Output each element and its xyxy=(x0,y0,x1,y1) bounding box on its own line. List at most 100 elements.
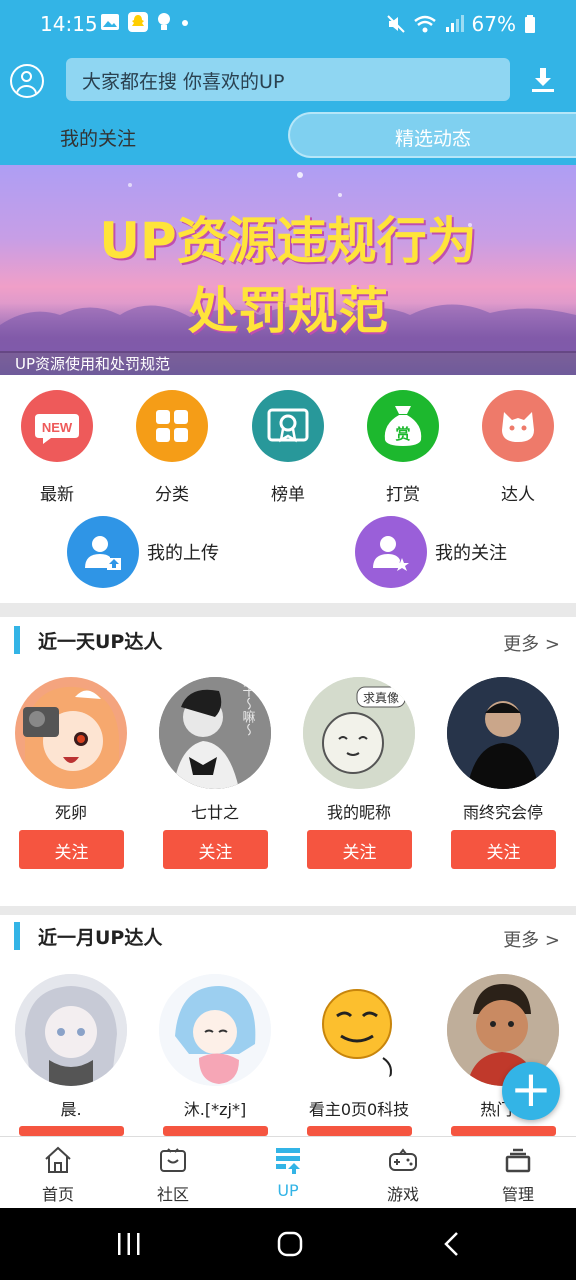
bulb-icon xyxy=(158,13,170,30)
home-icon xyxy=(45,1146,71,1173)
follow-button[interactable]: 关注 xyxy=(451,830,556,869)
follow-button[interactable]: 关注 xyxy=(19,830,124,869)
section-divider xyxy=(0,603,576,617)
user-card[interactable]: 沐.[*zj*] xyxy=(159,974,271,1120)
nav-community[interactable]: 社区 xyxy=(133,1145,213,1205)
category-experts[interactable]: 达人 xyxy=(468,390,568,505)
nav-label: 首页 xyxy=(41,1185,74,1204)
system-nav-bar xyxy=(0,1208,576,1280)
status-right-icons: 67% xyxy=(386,12,536,36)
category-classify[interactable]: 分类 xyxy=(122,390,222,505)
category-ranking[interactable]: 榜单 xyxy=(238,390,338,505)
user-name: 我的昵称 xyxy=(326,803,391,822)
follow-button[interactable]: 关注 xyxy=(163,830,268,869)
certificate-icon xyxy=(252,390,324,462)
category-label: 榜单 xyxy=(271,485,305,505)
nav-label: 游戏 xyxy=(386,1185,419,1204)
recent-apps-icon[interactable] xyxy=(116,1232,142,1256)
user-card[interactable]: 晨. xyxy=(15,974,127,1120)
svg-text:NEW: NEW xyxy=(42,420,73,435)
my-follows-label: 我的关注 xyxy=(435,543,507,564)
new-icon: NEW xyxy=(21,390,93,462)
signal-icon xyxy=(445,15,464,32)
nav-games[interactable]: 游戏 xyxy=(363,1145,443,1205)
reward-bag-icon: 赏 xyxy=(367,390,439,462)
avatar xyxy=(303,974,415,1086)
star-user-icon xyxy=(355,516,427,588)
more-link[interactable]: 更多 > xyxy=(503,926,560,952)
category-label: 打赏 xyxy=(386,485,420,505)
status-time: 14:15 xyxy=(40,12,98,36)
avatar-tag-text: 求真像 xyxy=(363,691,399,705)
my-uploads-label: 我的上传 xyxy=(147,543,219,564)
follow-button[interactable] xyxy=(163,1126,268,1136)
nav-home[interactable]: 首页 xyxy=(18,1145,98,1205)
grid-icon xyxy=(136,390,208,462)
wifi-icon xyxy=(413,15,436,33)
header: 大家都在搜 你喜欢的UP 我的关注 精选动态 xyxy=(0,50,576,165)
back-icon[interactable] xyxy=(440,1230,464,1258)
user-card[interactable]: 你〜干〜嘛〜 七廿之 xyxy=(159,677,271,823)
more-link[interactable]: 更多 > xyxy=(503,630,560,656)
avatar xyxy=(447,677,559,789)
category-label: 最新 xyxy=(40,485,74,505)
follow-button[interactable] xyxy=(307,1126,412,1136)
my-follows-link[interactable]: 我的关注 xyxy=(355,516,507,588)
follow-button[interactable] xyxy=(19,1126,124,1136)
battery-icon xyxy=(525,15,535,33)
section-title-text: 近一天UP达人 xyxy=(38,630,163,653)
nav-label: 社区 xyxy=(156,1185,189,1204)
tab-my-follow[interactable]: 我的关注 xyxy=(60,124,136,151)
section-title-text: 近一月UP达人 xyxy=(38,926,163,949)
nav-label: UP xyxy=(277,1181,299,1200)
search-bar[interactable]: 大家都在搜 你喜欢的UP xyxy=(66,58,510,101)
banner-title-line1: UP资源违规行为 xyxy=(99,212,477,270)
user-name: 死卵 xyxy=(54,803,87,822)
nav-label: 管理 xyxy=(501,1185,534,1204)
avatar xyxy=(15,677,127,789)
category-label: 分类 xyxy=(155,485,189,505)
my-uploads-link[interactable]: 我的上传 xyxy=(67,516,219,588)
user-name: 晨. xyxy=(60,1100,82,1119)
avatar: 你〜干〜嘛〜 xyxy=(159,677,271,789)
download-icon[interactable] xyxy=(528,65,558,95)
category-label: 达人 xyxy=(501,485,535,505)
up-icon xyxy=(276,1148,300,1174)
gallery-icon xyxy=(101,14,119,30)
snapchat-icon xyxy=(128,12,148,32)
avatar: 求真像 xyxy=(303,677,415,789)
add-post-button[interactable]: + xyxy=(502,1062,560,1120)
follow-button[interactable]: 关注 xyxy=(307,830,412,869)
user-name: 沐.[*zj*] xyxy=(183,1100,247,1119)
avatar-side-text: 你〜干〜嘛〜 xyxy=(240,677,256,736)
user-card[interactable]: 看主0页0科技 xyxy=(303,974,415,1120)
manage-icon xyxy=(505,1148,531,1173)
mute-icon xyxy=(386,15,405,33)
bottom-nav: 首页 社区 UP 游戏 管理 xyxy=(0,1136,576,1208)
status-bar: 14:15 67% xyxy=(0,0,576,50)
expert-icon xyxy=(482,390,554,462)
section-title: 近一天UP达人 xyxy=(14,626,162,654)
section-accent-bar xyxy=(14,922,20,950)
section-divider xyxy=(0,906,576,915)
promo-banner[interactable]: UP资源违规行为 处罚规范 UP资源使用和处罚规范 xyxy=(0,165,576,375)
svg-text:赏: 赏 xyxy=(395,425,410,443)
category-reward[interactable]: 赏 打赏 xyxy=(353,390,453,505)
community-icon xyxy=(160,1148,186,1172)
category-newest[interactable]: NEW 最新 xyxy=(7,390,107,505)
user-card[interactable]: 雨终究会停 xyxy=(447,677,559,823)
nav-up[interactable]: UP xyxy=(248,1145,328,1200)
follow-button[interactable] xyxy=(451,1126,556,1136)
tab-featured[interactable]: 精选动态 xyxy=(288,112,576,158)
user-card[interactable]: 求真像 我的昵称 xyxy=(303,677,415,823)
user-card[interactable]: 死卵 xyxy=(15,677,127,823)
nav-manage[interactable]: 管理 xyxy=(478,1145,558,1205)
header-tabs: 我的关注 精选动态 xyxy=(0,112,576,158)
user-name: 看主0页0科技 xyxy=(308,1100,410,1119)
section-title: 近一月UP达人 xyxy=(14,922,162,950)
banner-caption: UP资源使用和处罚规范 xyxy=(0,351,576,375)
home-button-icon[interactable] xyxy=(276,1230,304,1258)
user-avatar-button[interactable] xyxy=(10,64,44,98)
banner-title-line2: 处罚规范 xyxy=(188,282,388,340)
user-name: 七廿之 xyxy=(190,803,239,822)
